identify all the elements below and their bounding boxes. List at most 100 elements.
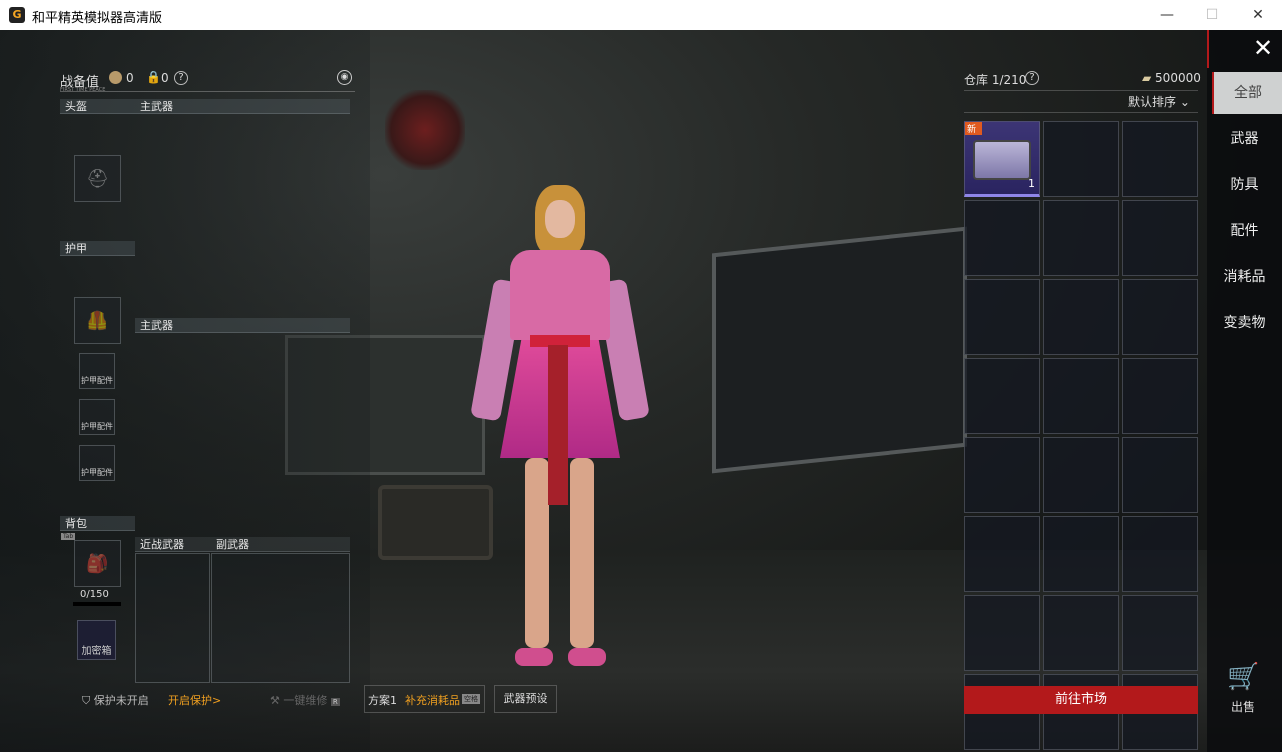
melee-header: 近战武器 副武器 — [135, 537, 350, 552]
shield-icon: ⛉ — [82, 694, 94, 707]
slot-label: 护甲配件 — [81, 422, 113, 431]
secure-box-slot[interactable]: 加密箱 — [77, 620, 116, 660]
loadout-panel: 战备值 FIRST TIME PEACE 0 🔒 0 ? ◉ 头盔 主武器 ⛑ … — [0, 30, 370, 752]
new-badge: 新 — [965, 122, 983, 135]
armor-header: 护甲 — [60, 241, 135, 256]
warehouse-help-icon[interactable]: ? — [1025, 71, 1039, 85]
refill-button[interactable]: 补充消耗品 — [405, 692, 460, 708]
warehouse-slot[interactable] — [1043, 279, 1119, 355]
money-icon: ▰ — [1142, 71, 1156, 85]
weapon-preset-button[interactable]: 武器预设 — [494, 685, 557, 713]
maximize-button[interactable]: ☐ — [1197, 5, 1227, 25]
sell-button[interactable]: 出售 — [1231, 698, 1255, 715]
divider — [964, 90, 1198, 91]
warehouse-slot[interactable] — [1122, 200, 1198, 276]
slot-label: 护甲配件 — [81, 468, 113, 477]
cart-icon[interactable]: 🛒 — [1227, 662, 1259, 692]
eye-icon[interactable]: ◉ — [337, 70, 352, 85]
sort-label: 默认排序 — [1128, 95, 1177, 109]
protection-status-label: 保护未开启 — [93, 694, 149, 707]
helmet-slot[interactable]: ⛑ — [74, 155, 121, 202]
background-scene — [385, 90, 465, 170]
warehouse-slot[interactable] — [1122, 279, 1198, 355]
warehouse-slot[interactable] — [964, 516, 1040, 592]
divider — [60, 91, 355, 92]
secondary-weapon-label: 副武器 — [216, 538, 249, 551]
lock-value: 0 — [161, 71, 169, 85]
warehouse-slot[interactable] — [964, 595, 1040, 671]
warehouse-slot[interactable] — [964, 279, 1040, 355]
repair-all-button[interactable]: ⚒ 一键维修 R — [270, 692, 340, 708]
warehouse-slot[interactable] — [1043, 200, 1119, 276]
melee-label: 近战武器 — [140, 538, 184, 551]
category-tab[interactable]: 配件 — [1207, 210, 1282, 252]
warehouse-item-supply-crate[interactable]: 新1 — [964, 121, 1040, 197]
warehouse-slot[interactable] — [1043, 516, 1119, 592]
coin-icon — [109, 71, 122, 84]
protection-status: ⛉ 保护未开启 — [82, 692, 149, 708]
window-title: 和平精英模拟器高清版 — [32, 11, 163, 26]
primary-weapon-2-header: 主武器 — [135, 318, 350, 333]
warehouse-slot[interactable] — [1122, 437, 1198, 513]
warehouse-slot[interactable] — [1122, 358, 1198, 434]
category-sidebar: ✕ 全部 武器 防具 配件 消耗品 变卖物 🛒 出售 — [1207, 30, 1282, 752]
armor-accessory-slot[interactable]: 护甲配件 — [79, 353, 115, 389]
sort-dropdown[interactable]: 默认排序 ⌄ — [1128, 93, 1190, 110]
title-bar: G 和平精英模拟器高清版 — ☐ ✕ — [0, 0, 1282, 30]
helmet-icon: ⛑ — [86, 168, 109, 189]
refill-plan-box[interactable]: 方案1 补充消耗品 空格 — [364, 685, 485, 713]
secondary-weapon-slot[interactable] — [211, 553, 350, 683]
crate-icon — [973, 140, 1031, 180]
app-logo-icon: G — [9, 7, 25, 23]
loadout-subtitle: FIRST TIME PEACE — [60, 87, 106, 93]
warehouse-slot[interactable] — [1043, 121, 1119, 197]
warehouse-slot[interactable] — [1043, 595, 1119, 671]
minimize-button[interactable]: — — [1152, 5, 1182, 25]
warehouse-slot[interactable] — [1043, 358, 1119, 434]
armor-accessory-slot[interactable]: 护甲配件 — [79, 445, 115, 481]
money-value: 500000 — [1155, 71, 1201, 85]
repair-label: 一键维修 — [283, 694, 328, 707]
game-view: 战备值 FIRST TIME PEACE 0 🔒 0 ? ◉ 头盔 主武器 ⛑ … — [0, 30, 1282, 752]
close-window-button[interactable]: ✕ — [1243, 5, 1273, 25]
primary-weapon-1-header: 主武器 — [135, 99, 350, 114]
close-icon[interactable]: ✕ — [1253, 34, 1273, 62]
repair-icon: ⚒ — [270, 694, 284, 707]
warehouse-slot[interactable] — [1122, 121, 1198, 197]
warehouse-slot[interactable] — [964, 200, 1040, 276]
coin-value: 0 — [126, 71, 134, 85]
armor-slot[interactable]: 🦺 — [74, 297, 121, 344]
enable-protection-link[interactable]: 开启保护> — [168, 692, 221, 708]
melee-slot[interactable] — [135, 553, 210, 683]
warehouse-label: 仓库 1/210 — [964, 73, 1027, 87]
plan-label: 方案1 — [368, 694, 397, 707]
backpack-slot[interactable]: 🎒 — [74, 540, 121, 587]
category-tab[interactable]: 消耗品 — [1207, 256, 1282, 298]
backpack-capacity: 0/150 — [80, 589, 109, 600]
accent-line — [1207, 30, 1209, 68]
warehouse-slot[interactable] — [1122, 595, 1198, 671]
warehouse-slot[interactable] — [1122, 516, 1198, 592]
player-character — [470, 180, 650, 680]
armor-icon: 🦺 — [86, 310, 109, 331]
money: ▰ 500000 — [1142, 71, 1201, 85]
warehouse-slot[interactable] — [964, 437, 1040, 513]
warehouse-slot[interactable] — [964, 358, 1040, 434]
backpack-icon: 🎒 — [86, 553, 109, 574]
armor-accessory-slot[interactable]: 护甲配件 — [79, 399, 115, 435]
slot-label: 护甲配件 — [81, 376, 113, 385]
refill-key-badge: 空格 — [462, 694, 480, 704]
background-board — [712, 226, 967, 474]
capacity-bar — [73, 602, 121, 606]
category-tab[interactable]: 全部 — [1212, 72, 1282, 114]
go-to-market-button[interactable]: 前往市场 — [964, 686, 1198, 714]
warehouse-slot[interactable] — [1043, 437, 1119, 513]
help-icon[interactable]: ? — [174, 71, 188, 85]
category-tab[interactable]: 防具 — [1207, 164, 1282, 206]
category-tab[interactable]: 武器 — [1207, 118, 1282, 160]
chevron-down-icon: ⌄ — [1179, 95, 1190, 109]
helmet-header: 头盔 — [60, 99, 135, 114]
tab-badge: Tab — [61, 533, 76, 540]
category-tab[interactable]: 变卖物 — [1207, 302, 1282, 344]
item-count: 1 — [1028, 177, 1035, 190]
